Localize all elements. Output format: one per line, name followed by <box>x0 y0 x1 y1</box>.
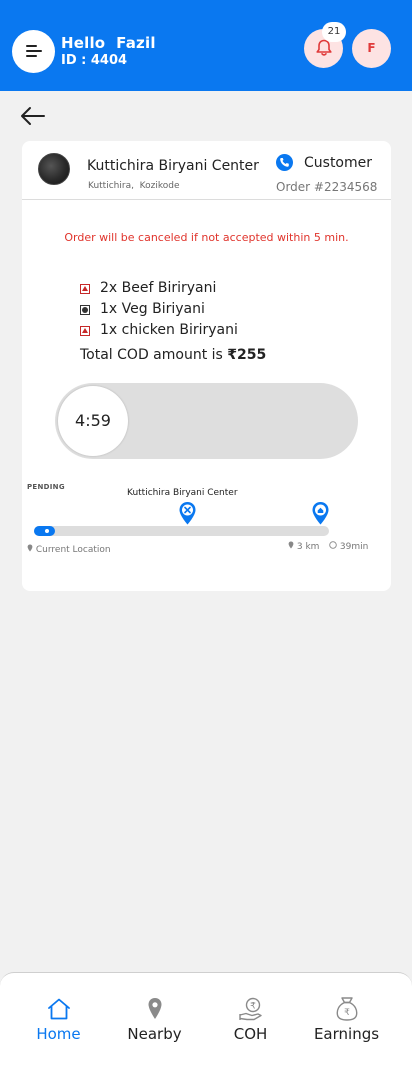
pickup-point-label: Kuttichira Biryani Center <box>127 488 238 498</box>
destination-pin-icon <box>312 502 329 525</box>
svg-text:₹: ₹ <box>250 1002 256 1012</box>
nav-label-coh: COH <box>233 1025 268 1043</box>
order-item-label: 1x Veg Biriyani <box>100 301 205 317</box>
order-card-header: Kuttichira Biryani Center Kuttichira, Ko… <box>22 141 391 200</box>
current-position-dot <box>45 529 49 533</box>
location-pin-icon <box>288 541 294 549</box>
nav-label-nearby: Nearby <box>127 1025 182 1043</box>
greeting-text: Hello Fazil <box>61 34 156 52</box>
duration-label: 39min <box>329 541 368 552</box>
total-cod-value: ₹255 <box>227 347 267 363</box>
restaurant-logo <box>38 153 70 185</box>
order-card: Kuttichira Biryani Center Kuttichira, Ko… <box>22 141 391 591</box>
route-progress-track <box>34 526 329 536</box>
user-id-text: ID : 4404 <box>61 53 128 68</box>
restaurant-pin-icon <box>179 502 196 525</box>
nav-item-home[interactable]: Home <box>7 973 110 1066</box>
countdown-timer: 4:59 <box>75 411 111 430</box>
cancel-warning-text: Order will be canceled if not accepted w… <box>64 231 349 244</box>
non-veg-icon <box>80 284 90 294</box>
slider-knob[interactable]: 4:59 <box>58 386 128 456</box>
route-progress-fill <box>34 526 55 536</box>
home-icon <box>48 998 70 1020</box>
nav-label-home: Home <box>36 1025 81 1043</box>
distance-label: 3 km <box>288 541 319 552</box>
total-cod-label: Total COD amount is <box>80 347 228 363</box>
order-item-label: 2x Beef Biriryani <box>100 280 217 296</box>
restaurant-name: Kuttichira Biryani Center <box>87 158 259 174</box>
restaurant-location: Kuttichira, Kozikode <box>88 181 180 191</box>
bottom-navigation: Home Nearby ₹ COH ₹ Earnings <box>0 972 412 1066</box>
clock-icon <box>329 541 337 549</box>
location-pin-icon <box>27 544 33 552</box>
menu-icon-line <box>26 55 37 57</box>
back-arrow-icon[interactable] <box>19 104 47 128</box>
customer-label[interactable]: Customer <box>304 155 372 171</box>
phone-icon <box>280 158 289 167</box>
nav-label-earnings: Earnings <box>313 1025 380 1043</box>
nav-item-earnings[interactable]: ₹ Earnings <box>295 973 398 1066</box>
accept-order-slider[interactable]: 4:59 <box>55 383 358 459</box>
app-header: Hello Fazil ID : 4404 21 F <box>0 0 412 91</box>
total-cod-amount: Total COD amount is ₹255 <box>80 347 266 363</box>
notification-count-badge: 21 <box>322 22 346 42</box>
order-number: Order #2234568 <box>276 180 378 194</box>
current-location-text: Current Location <box>35 545 111 555</box>
location-pin-icon <box>148 998 162 1019</box>
distance-text: 3 km <box>296 542 320 552</box>
current-location-label: Current Location <box>27 544 111 555</box>
menu-icon-line <box>26 50 42 52</box>
status-badge: PENDING <box>27 483 65 491</box>
svg-text:₹: ₹ <box>344 1008 350 1018</box>
menu-icon <box>26 45 37 47</box>
menu-button[interactable] <box>12 30 55 73</box>
nav-item-nearby[interactable]: Nearby <box>103 973 206 1066</box>
order-item-label: 1x chicken Biriryani <box>100 322 238 338</box>
nav-item-coh[interactable]: ₹ COH <box>199 973 302 1066</box>
profile-avatar[interactable]: F <box>352 29 391 68</box>
cash-in-hand-icon: ₹ <box>239 997 262 1021</box>
money-bag-icon: ₹ <box>336 997 358 1021</box>
call-customer-button[interactable] <box>276 154 293 171</box>
veg-icon <box>80 305 90 315</box>
non-veg-icon <box>80 326 90 336</box>
duration-text: 39min <box>339 542 369 552</box>
